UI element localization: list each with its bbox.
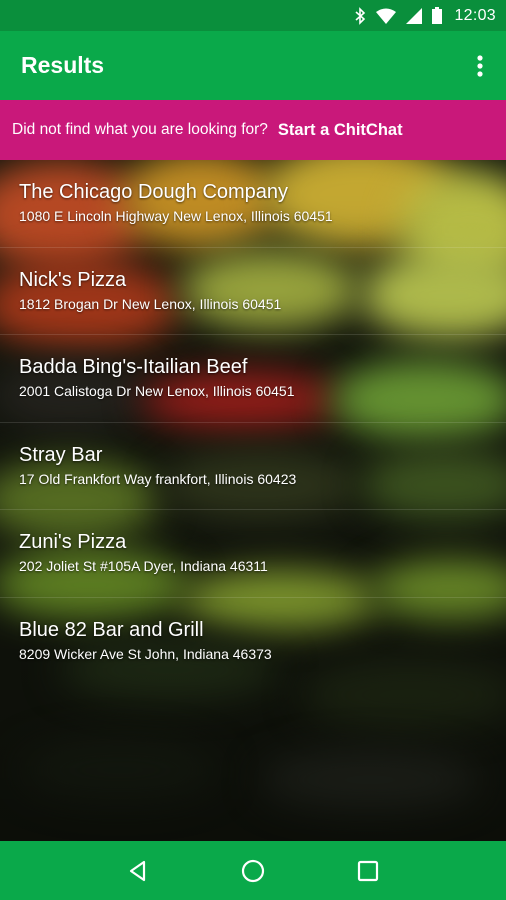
page-title: Results bbox=[21, 52, 105, 78]
recents-icon[interactable] bbox=[348, 851, 388, 891]
list-item[interactable]: Blue 82 Bar and Grill 8209 Wicker Ave St… bbox=[0, 598, 506, 686]
result-name: Zuni's Pizza bbox=[19, 531, 127, 554]
result-address: 1812 Brogan Dr New Lenox, Illinois 60451 bbox=[19, 295, 282, 312]
list-item[interactable]: Stray Bar 17 Old Frankfort Way frankfort… bbox=[0, 423, 506, 511]
result-address: 2001 Calistoga Dr New Lenox, Illinois 60… bbox=[19, 383, 295, 400]
result-name: Blue 82 Bar and Grill bbox=[19, 618, 204, 641]
list-item[interactable]: Zuni's Pizza 202 Joliet St #105A Dyer, I… bbox=[0, 510, 506, 598]
list-item[interactable]: The Chicago Dough Company 1080 E Lincoln… bbox=[0, 160, 506, 248]
signal-icon bbox=[406, 7, 423, 24]
result-name: Nick's Pizza bbox=[19, 268, 127, 291]
battery-icon bbox=[432, 7, 443, 24]
result-name: Badda Bing's-Itailian Beef bbox=[19, 356, 248, 379]
wifi-icon bbox=[376, 8, 397, 24]
status-bar: 12:03 bbox=[0, 0, 506, 31]
result-address: 17 Old Frankfort Way frankfort, Illinois… bbox=[19, 470, 297, 487]
chitchat-banner: Did not find what you are looking for? S… bbox=[0, 100, 506, 160]
bluetooth-icon bbox=[354, 6, 366, 25]
result-name: The Chicago Dough Company bbox=[19, 181, 289, 203]
result-name: Stray Bar bbox=[19, 443, 103, 466]
home-icon[interactable] bbox=[233, 851, 273, 891]
clock: 12:03 bbox=[454, 6, 496, 24]
list-item[interactable]: Nick's Pizza 1812 Brogan Dr New Lenox, I… bbox=[0, 248, 506, 336]
back-icon[interactable] bbox=[118, 851, 158, 891]
banner-text: Did not find what you are looking for? bbox=[12, 121, 268, 138]
result-address: 202 Joliet St #105A Dyer, Indiana 46311 bbox=[19, 558, 268, 575]
results-list: The Chicago Dough Company 1080 E Lincoln… bbox=[0, 160, 506, 686]
navigation-bar bbox=[0, 841, 506, 900]
result-address: 8209 Wicker Ave St John, Indiana 46373 bbox=[19, 645, 272, 662]
app-bar: Results bbox=[0, 31, 506, 100]
more-vert-icon[interactable] bbox=[470, 51, 490, 81]
start-chitchat-link[interactable]: Start a ChitChat bbox=[278, 121, 403, 140]
list-item[interactable]: Badda Bing's-Itailian Beef 2001 Calistog… bbox=[0, 335, 506, 423]
result-address: 1080 E Lincoln Highway New Lenox, Illino… bbox=[19, 208, 333, 224]
results-content[interactable]: The Chicago Dough Company 1080 E Lincoln… bbox=[0, 160, 506, 841]
